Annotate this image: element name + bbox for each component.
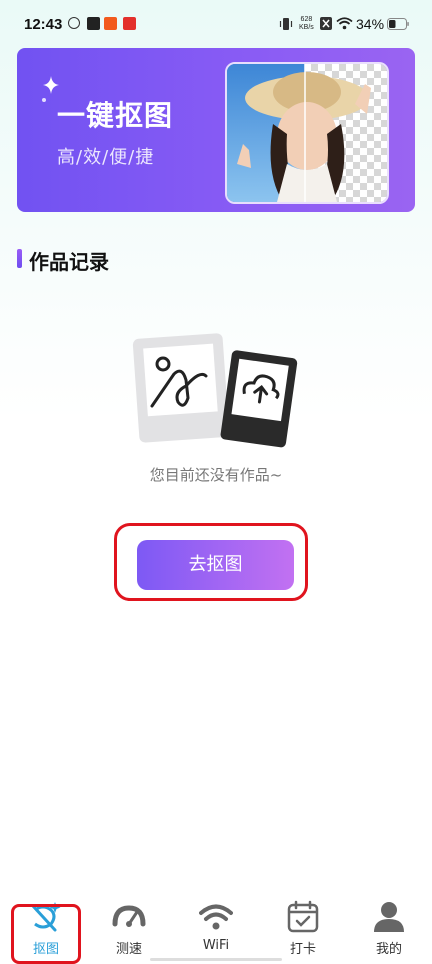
banner-subtitle: 高/效/便/捷: [57, 147, 155, 168]
wifi-icon: [199, 904, 233, 930]
no-sim-icon: [320, 17, 332, 30]
highlight-box-button: [114, 523, 308, 601]
nav-item-speedtest[interactable]: 测速: [94, 900, 164, 960]
banner-sample-photo: [225, 62, 389, 204]
highlight-box-nav: [11, 904, 81, 964]
nav-label-profile: 我的: [375, 942, 402, 957]
battery-percent: 34%: [356, 16, 385, 32]
status-time: 12:43: [24, 16, 63, 33]
empty-state-message: 您目前还没有作品~: [149, 466, 283, 484]
nav-label-speedtest: 测速: [115, 942, 142, 957]
cutout-banner[interactable]: 一键抠图 高/效/便/捷: [17, 48, 415, 212]
home-indicator: [150, 958, 282, 961]
network-speed-value: 628: [300, 16, 313, 23]
shop-notification-icon: [104, 17, 117, 30]
nav-item-checkin[interactable]: 打卡: [268, 900, 338, 960]
network-speed-unit: KB/s: [299, 24, 314, 31]
section-accent-bar: [17, 249, 22, 268]
banner-title: 一键抠图: [57, 99, 174, 132]
calendar-check-icon: [287, 900, 319, 933]
app-notification-icon: [68, 17, 80, 29]
status-bar: 12:43 628 KB/s 34%: [0, 0, 432, 48]
shop2-notification-icon: [123, 17, 136, 30]
nav-item-profile[interactable]: 我的: [354, 900, 424, 960]
speedometer-icon: [112, 905, 146, 927]
works-record-title: 作品记录: [29, 250, 109, 274]
wifi-status-icon: [336, 17, 353, 30]
nav-label-checkin: 打卡: [289, 942, 316, 957]
vibrate-icon: [279, 18, 293, 30]
battery-icon: [387, 18, 409, 30]
profile-icon: [374, 902, 404, 932]
nav-item-wifi[interactable]: WiFi: [181, 900, 251, 960]
nav-label-wifi: WiFi: [202, 938, 230, 953]
network-speed: 628 KB/s: [299, 16, 314, 32]
play-notification-icon: [87, 17, 100, 30]
empty-photos-illustration: [132, 333, 298, 448]
